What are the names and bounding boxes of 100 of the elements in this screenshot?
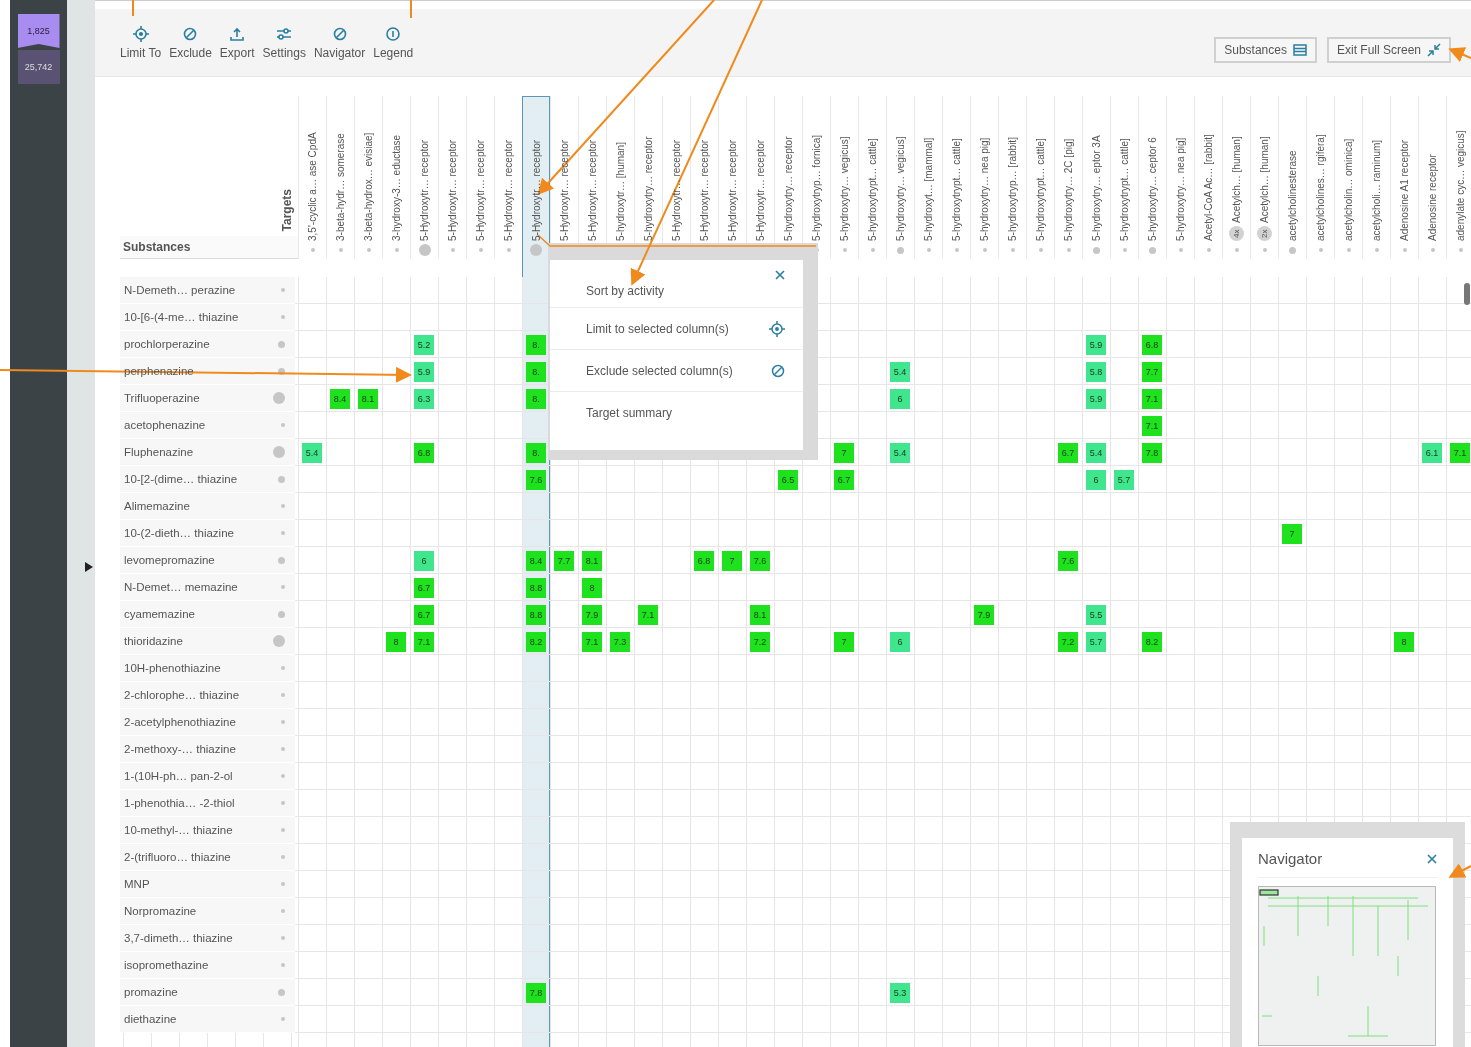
activity-value[interactable]: 7 xyxy=(834,442,854,463)
substance-row-header[interactable]: Norpromazine xyxy=(120,898,295,925)
column-header[interactable]: 5-Hydroxytr… receptor xyxy=(522,96,550,259)
substance-row-header[interactable]: cyamemazine xyxy=(120,601,295,628)
column-header[interactable]: acetylcholines… rgifera] xyxy=(1306,96,1334,259)
substance-row-header[interactable]: 10-[6-(4-me… thiazine xyxy=(120,304,295,331)
activity-value[interactable]: 7.1 xyxy=(1142,388,1162,409)
substance-row-header[interactable]: N-Demet… memazine xyxy=(120,574,295,601)
activity-value[interactable]: 5.9 xyxy=(414,361,434,382)
activity-value[interactable]: 7 xyxy=(834,631,854,652)
substance-row-header[interactable]: Trifluoperazine xyxy=(120,385,295,412)
substance-row-header[interactable]: Fluphenazine xyxy=(120,439,295,466)
activity-value[interactable]: 7.8 xyxy=(1142,442,1162,463)
activity-value[interactable]: 8.4 xyxy=(330,388,350,409)
column-header[interactable]: acetylcholinesterase xyxy=(1278,96,1306,259)
column-header[interactable]: 5-hydroxytry… ceptor 6 xyxy=(1138,96,1166,259)
activity-value[interactable]: 6 xyxy=(414,550,434,571)
activity-value[interactable]: 6.7 xyxy=(834,469,854,490)
activity-value[interactable]: 7.1 xyxy=(638,604,658,625)
substance-row-header[interactable]: 3,7-dimeth… thiazine xyxy=(120,925,295,952)
activity-value[interactable]: 6.8 xyxy=(1142,334,1162,355)
column-header[interactable]: 5-hydroxytry… nea pig] xyxy=(1166,96,1194,259)
column-header[interactable]: 2x Acetylch… [human] xyxy=(1250,96,1278,259)
count-tab[interactable]: 25,742 xyxy=(17,50,60,84)
activity-value[interactable]: 8.1 xyxy=(750,604,770,625)
activity-value[interactable]: 7.6 xyxy=(1058,550,1078,571)
column-header[interactable]: 5-hydroxytrypt… cattle] xyxy=(1110,96,1138,259)
substance-row-header[interactable]: 2-chlorophe… thiazine xyxy=(120,682,295,709)
activity-value[interactable]: 7.2 xyxy=(750,631,770,652)
activity-value[interactable]: 8.1 xyxy=(358,388,378,409)
substance-row-header[interactable]: 1-phenothia… -2-thiol xyxy=(120,790,295,817)
column-header[interactable]: 3-beta-hydrox… evisiae] xyxy=(354,96,382,259)
activity-value[interactable]: 5.8 xyxy=(1086,361,1106,382)
substance-row-header[interactable]: thioridazine xyxy=(120,628,295,655)
column-header[interactable]: 5-hydroxyt… [mammal] xyxy=(914,96,942,259)
toolbar-button[interactable]: Exclude xyxy=(168,25,213,60)
column-header[interactable]: 3-hydroxy-3… eductase xyxy=(382,96,410,259)
activity-value[interactable]: 7.6 xyxy=(750,550,770,571)
menu-item[interactable]: Target summary xyxy=(586,405,673,420)
activity-value[interactable]: 5.7 xyxy=(1086,631,1106,652)
column-header[interactable]: 5-Hydroxytr… receptor xyxy=(410,96,438,259)
activity-value[interactable]: 7.1 xyxy=(414,631,434,652)
substance-row-header[interactable]: MNP xyxy=(120,871,295,898)
column-header[interactable]: 5-Hydroxytr… receptor xyxy=(438,96,466,259)
column-header[interactable]: 5-hydroxytrypt… cattle] xyxy=(858,96,886,259)
toolbar-button[interactable]: Navigator xyxy=(312,25,367,60)
activity-value[interactable]: 8 xyxy=(386,631,406,652)
substance-row-header[interactable]: 2-methoxy-… thiazine xyxy=(120,736,295,763)
activity-value[interactable]: 7.3 xyxy=(610,631,630,652)
column-header[interactable]: 3-beta-hydr… somerase xyxy=(326,96,354,259)
column-header[interactable]: Adenosine receptor xyxy=(1418,96,1446,259)
column-header[interactable]: acetylcholi… raminum] xyxy=(1362,96,1390,259)
activity-value[interactable]: 6 xyxy=(890,388,910,409)
substance-row-header[interactable]: prochlorperazine xyxy=(120,331,295,358)
column-header[interactable]: 5-hydroxytrypt… cattle] xyxy=(1026,96,1054,259)
activity-value[interactable]: 7.6 xyxy=(526,469,546,490)
close-icon[interactable] xyxy=(775,270,785,280)
substance-row-header[interactable]: acetophenazine xyxy=(120,412,295,439)
activity-value[interactable]: 5.4 xyxy=(302,442,322,463)
activity-value[interactable]: 7.9 xyxy=(974,604,994,625)
activity-value[interactable]: 7 xyxy=(1282,523,1302,544)
substance-row-header[interactable]: 2-acetylphenothiazine xyxy=(120,709,295,736)
activity-value[interactable]: 8.2 xyxy=(526,631,546,652)
menu-item[interactable]: Sort by activity xyxy=(586,284,665,298)
column-header[interactable]: 5-Hydroxytr… receptor xyxy=(466,96,494,259)
activity-value[interactable]: 7.2 xyxy=(1058,631,1078,652)
scrollbar-thumb[interactable] xyxy=(1464,283,1470,305)
activity-value[interactable]: 6 xyxy=(890,631,910,652)
toolbar-button[interactable]: Substances xyxy=(1214,37,1317,63)
activity-value[interactable]: 5.9 xyxy=(1086,334,1106,355)
column-header[interactable]: 5-hydroxytry… vegicus] xyxy=(830,96,858,259)
activity-value[interactable]: 8. xyxy=(526,442,546,463)
activity-value[interactable]: 8.2 xyxy=(1142,631,1162,652)
activity-value[interactable]: 5.4 xyxy=(890,442,910,463)
substance-row-header[interactable]: levomepromazine xyxy=(120,547,295,574)
toolbar-button[interactable]: Exit Full Screen xyxy=(1326,37,1451,63)
menu-item[interactable]: Limit to selected column(s) xyxy=(586,321,729,336)
activity-value[interactable]: 7.1 xyxy=(582,631,602,652)
activity-value[interactable]: 8.8 xyxy=(526,604,546,625)
substance-row-header[interactable]: Alimemazine xyxy=(120,493,295,520)
activity-value[interactable]: 7.8 xyxy=(526,982,546,1003)
activity-value[interactable]: 7.7 xyxy=(554,550,574,571)
activity-value[interactable]: 8. xyxy=(526,334,546,355)
activity-value[interactable]: 6.7 xyxy=(1058,442,1078,463)
activity-value[interactable]: 5.4 xyxy=(1086,442,1106,463)
substance-row-header[interactable]: 10-methyl-… thiazine xyxy=(120,817,295,844)
toolbar-button[interactable]: Limit To xyxy=(119,25,163,60)
close-icon[interactable] xyxy=(1427,853,1437,864)
activity-value[interactable]: 6.3 xyxy=(414,388,434,409)
activity-value[interactable]: 7.1 xyxy=(1450,442,1470,463)
substance-row-header[interactable]: 10H-phenothiazine xyxy=(120,655,295,682)
column-header[interactable]: Acetyl-CoA Ac… [rabbit] xyxy=(1194,96,1222,259)
activity-value[interactable]: 7.9 xyxy=(582,604,602,625)
substance-row-header[interactable]: 1-(10H-ph… pan-2-ol xyxy=(120,763,295,790)
column-header[interactable]: 5-hydroxytry… eptor 3A xyxy=(1082,96,1110,259)
substance-row-header[interactable]: 2-(trifluoro… thiazine xyxy=(120,844,295,871)
activity-value[interactable]: 8. xyxy=(526,388,546,409)
activity-value[interactable]: 8. xyxy=(526,361,546,382)
substance-row-header[interactable]: N-Demeth… perazine xyxy=(120,277,295,304)
activity-value[interactable]: 6.1 xyxy=(1422,442,1442,463)
